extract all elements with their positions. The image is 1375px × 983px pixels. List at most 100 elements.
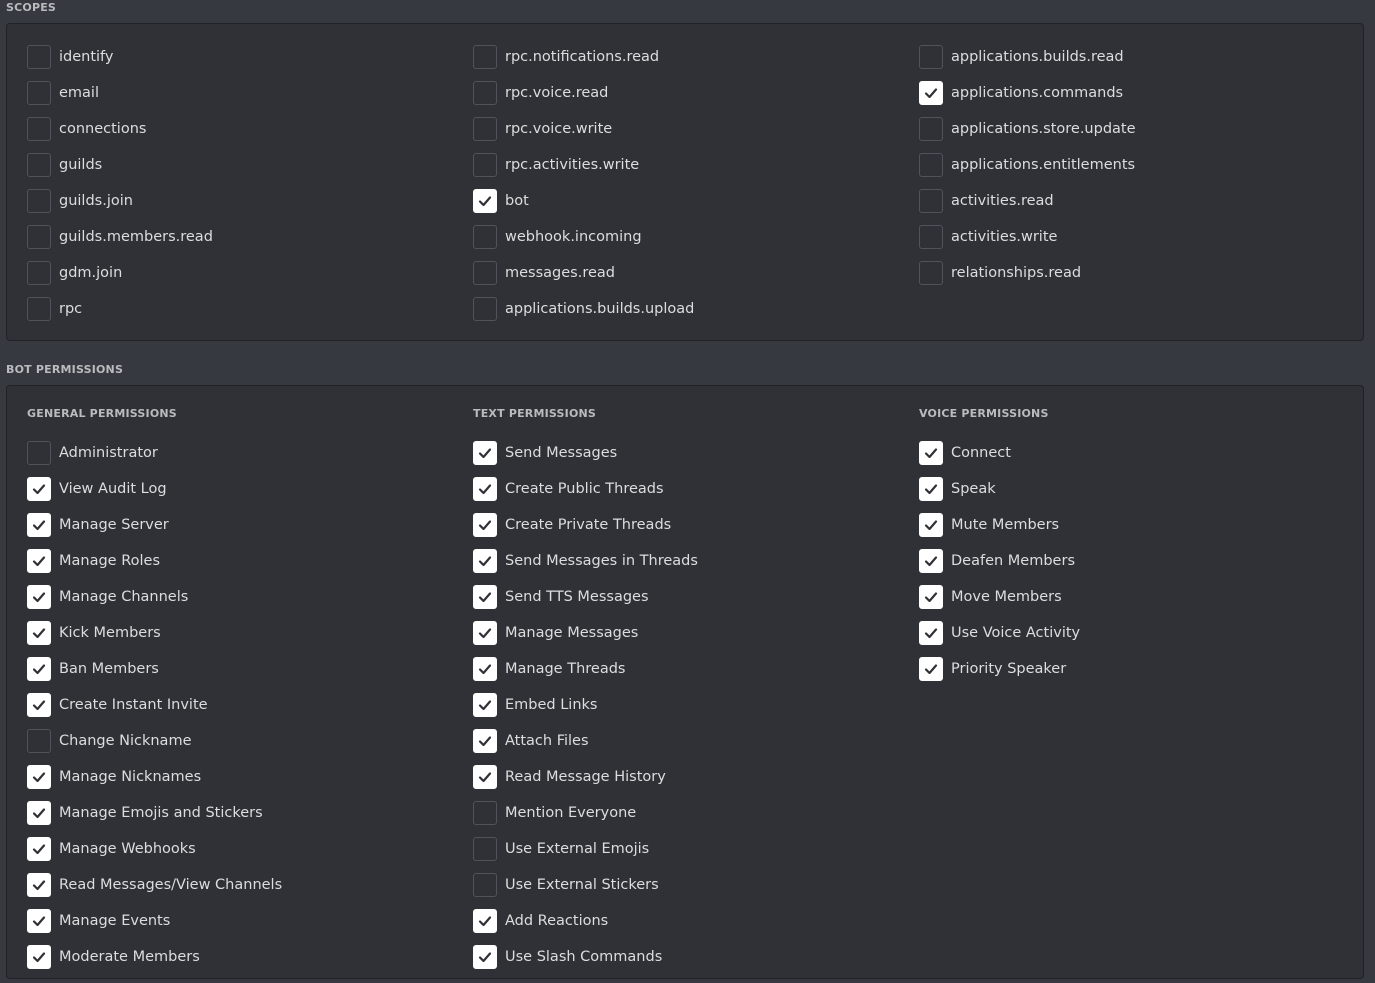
checkbox-row-change-nickname[interactable]: Change Nickname	[27, 723, 282, 759]
checkbox[interactable]	[473, 837, 497, 861]
checkbox[interactable]	[919, 549, 943, 573]
checkbox-row-manage-threads[interactable]: Manage Threads	[473, 651, 698, 687]
checkbox-row-manage-events[interactable]: Manage Events	[27, 903, 282, 939]
checkbox-row-guilds-join[interactable]: guilds.join	[27, 183, 213, 219]
checkbox[interactable]	[27, 765, 51, 789]
checkbox-row-rpc[interactable]: rpc	[27, 291, 213, 327]
checkbox[interactable]	[473, 657, 497, 681]
checkbox[interactable]	[27, 225, 51, 249]
checkbox[interactable]	[27, 693, 51, 717]
checkbox-row-embed-links[interactable]: Embed Links	[473, 687, 698, 723]
checkbox-row-send-tts-messages[interactable]: Send TTS Messages	[473, 579, 698, 615]
checkbox-row-use-external-emojis[interactable]: Use External Emojis	[473, 831, 698, 867]
checkbox-row-guilds[interactable]: guilds	[27, 147, 213, 183]
checkbox-row-read-messages-view-channels[interactable]: Read Messages/View Channels	[27, 867, 282, 903]
checkbox-row-ban-members[interactable]: Ban Members	[27, 651, 282, 687]
checkbox[interactable]	[27, 585, 51, 609]
checkbox[interactable]	[473, 873, 497, 897]
checkbox[interactable]	[473, 297, 497, 321]
checkbox-row-gdm-join[interactable]: gdm.join	[27, 255, 213, 291]
checkbox[interactable]	[27, 45, 51, 69]
checkbox[interactable]	[473, 765, 497, 789]
checkbox-row-manage-webhooks[interactable]: Manage Webhooks	[27, 831, 282, 867]
checkbox[interactable]	[919, 621, 943, 645]
checkbox-row-read-message-history[interactable]: Read Message History	[473, 759, 698, 795]
checkbox[interactable]	[473, 585, 497, 609]
checkbox[interactable]	[27, 729, 51, 753]
checkbox-row-create-instant-invite[interactable]: Create Instant Invite	[27, 687, 282, 723]
checkbox-row-send-messages[interactable]: Send Messages	[473, 435, 698, 471]
checkbox[interactable]	[919, 153, 943, 177]
checkbox[interactable]	[27, 513, 51, 537]
checkbox-row-manage-channels[interactable]: Manage Channels	[27, 579, 282, 615]
checkbox[interactable]	[473, 513, 497, 537]
checkbox[interactable]	[473, 801, 497, 825]
checkbox-row-send-messages-in-threads[interactable]: Send Messages in Threads	[473, 543, 698, 579]
checkbox-row-applications-builds-read[interactable]: applications.builds.read	[919, 39, 1136, 75]
checkbox-row-manage-nicknames[interactable]: Manage Nicknames	[27, 759, 282, 795]
checkbox[interactable]	[27, 657, 51, 681]
checkbox-row-use-slash-commands[interactable]: Use Slash Commands	[473, 939, 698, 975]
checkbox-row-manage-emojis-and-stickers[interactable]: Manage Emojis and Stickers	[27, 795, 282, 831]
checkbox[interactable]	[473, 441, 497, 465]
checkbox[interactable]	[27, 945, 51, 969]
checkbox[interactable]	[473, 945, 497, 969]
checkbox-row-manage-roles[interactable]: Manage Roles	[27, 543, 282, 579]
checkbox-row-mention-everyone[interactable]: Mention Everyone	[473, 795, 698, 831]
checkbox-row-bot[interactable]: bot	[473, 183, 694, 219]
checkbox[interactable]	[919, 117, 943, 141]
checkbox-row-moderate-members[interactable]: Moderate Members	[27, 939, 282, 975]
checkbox[interactable]	[919, 441, 943, 465]
checkbox-row-rpc-notifications-read[interactable]: rpc.notifications.read	[473, 39, 694, 75]
checkbox[interactable]	[27, 873, 51, 897]
checkbox-row-mute-members[interactable]: Mute Members	[919, 507, 1080, 543]
checkbox-row-activities-read[interactable]: activities.read	[919, 183, 1136, 219]
checkbox[interactable]	[919, 477, 943, 501]
checkbox-row-move-members[interactable]: Move Members	[919, 579, 1080, 615]
checkbox[interactable]	[919, 513, 943, 537]
checkbox-row-deafen-members[interactable]: Deafen Members	[919, 543, 1080, 579]
checkbox-row-kick-members[interactable]: Kick Members	[27, 615, 282, 651]
checkbox[interactable]	[27, 117, 51, 141]
checkbox[interactable]	[27, 81, 51, 105]
checkbox-row-speak[interactable]: Speak	[919, 471, 1080, 507]
checkbox-row-activities-write[interactable]: activities.write	[919, 219, 1136, 255]
checkbox-row-manage-messages[interactable]: Manage Messages	[473, 615, 698, 651]
checkbox[interactable]	[473, 153, 497, 177]
checkbox-row-connect[interactable]: Connect	[919, 435, 1080, 471]
checkbox-row-identify[interactable]: identify	[27, 39, 213, 75]
checkbox[interactable]	[27, 261, 51, 285]
checkbox-row-add-reactions[interactable]: Add Reactions	[473, 903, 698, 939]
checkbox-row-create-public-threads[interactable]: Create Public Threads	[473, 471, 698, 507]
checkbox[interactable]	[27, 909, 51, 933]
checkbox[interactable]	[473, 225, 497, 249]
checkbox-row-manage-server[interactable]: Manage Server	[27, 507, 282, 543]
checkbox[interactable]	[919, 657, 943, 681]
checkbox[interactable]	[27, 297, 51, 321]
checkbox[interactable]	[27, 549, 51, 573]
checkbox[interactable]	[473, 117, 497, 141]
checkbox[interactable]	[27, 189, 51, 213]
checkbox-row-applications-commands[interactable]: applications.commands	[919, 75, 1136, 111]
checkbox-row-applications-entitlements[interactable]: applications.entitlements	[919, 147, 1136, 183]
checkbox[interactable]	[473, 621, 497, 645]
checkbox-row-rpc-activities-write[interactable]: rpc.activities.write	[473, 147, 694, 183]
checkbox-row-view-audit-log[interactable]: View Audit Log	[27, 471, 282, 507]
checkbox-row-use-voice-activity[interactable]: Use Voice Activity	[919, 615, 1080, 651]
checkbox-row-connections[interactable]: connections	[27, 111, 213, 147]
checkbox-row-email[interactable]: email	[27, 75, 213, 111]
checkbox-row-create-private-threads[interactable]: Create Private Threads	[473, 507, 698, 543]
checkbox-row-guilds-members-read[interactable]: guilds.members.read	[27, 219, 213, 255]
checkbox[interactable]	[27, 441, 51, 465]
checkbox-row-rpc-voice-write[interactable]: rpc.voice.write	[473, 111, 694, 147]
checkbox[interactable]	[473, 549, 497, 573]
checkbox[interactable]	[919, 45, 943, 69]
checkbox[interactable]	[27, 837, 51, 861]
checkbox[interactable]	[27, 801, 51, 825]
checkbox[interactable]	[473, 261, 497, 285]
checkbox-row-applications-builds-upload[interactable]: applications.builds.upload	[473, 291, 694, 327]
checkbox[interactable]	[473, 477, 497, 501]
checkbox[interactable]	[473, 81, 497, 105]
checkbox-row-relationships-read[interactable]: relationships.read	[919, 255, 1136, 291]
checkbox-row-rpc-voice-read[interactable]: rpc.voice.read	[473, 75, 694, 111]
